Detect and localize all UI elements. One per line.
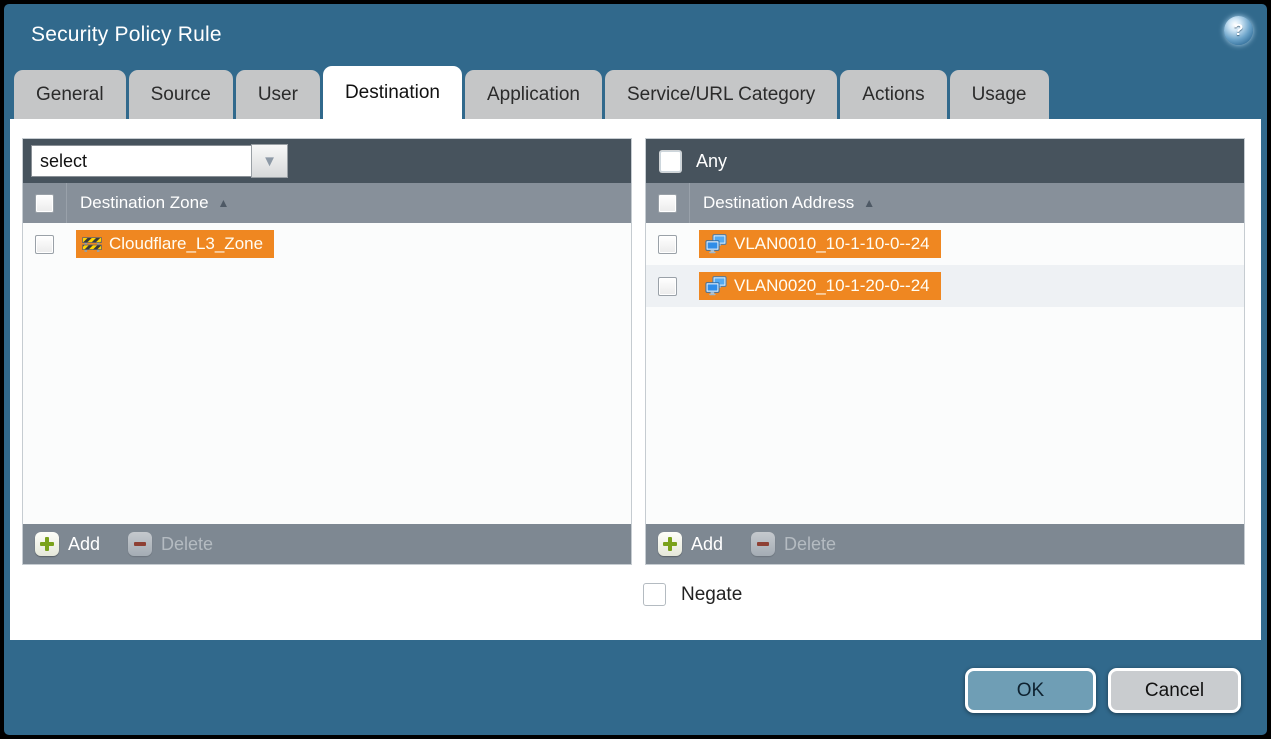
zone-select-input[interactable]: [31, 145, 251, 177]
column-divider: [66, 183, 67, 223]
tab-user[interactable]: User: [236, 70, 320, 119]
negate-label: Negate: [681, 584, 742, 606]
address-entry-label: VLAN0020_10-1-20-0--24: [734, 276, 930, 296]
address-panel-footer: Add Delete: [646, 524, 1244, 564]
zone-entry[interactable]: Cloudflare_L3_Zone: [76, 230, 274, 258]
zone-list: Cloudflare_L3_Zone: [23, 223, 631, 524]
sort-ascending-icon[interactable]: ▲: [863, 196, 875, 210]
zone-select-all-checkbox[interactable]: [35, 194, 54, 213]
tab-bar: General Source User Destination Applicat…: [14, 66, 1049, 119]
any-checkbox[interactable]: [660, 151, 681, 172]
zone-row-checkbox[interactable]: [35, 235, 54, 254]
address-entry[interactable]: VLAN0010_10-1-10-0--24: [699, 230, 941, 258]
zone-delete-button[interactable]: Delete: [128, 532, 213, 556]
delete-minus-icon: [128, 532, 152, 556]
security-policy-rule-dialog: Security Policy Rule ? General Source Us…: [4, 4, 1267, 735]
delete-minus-icon: [751, 532, 775, 556]
tab-actions[interactable]: Actions: [840, 70, 946, 119]
zone-select-dropdown-button[interactable]: ▼: [251, 144, 288, 178]
zone-add-label: Add: [68, 534, 100, 555]
address-row-checkbox[interactable]: [658, 277, 677, 296]
zone-row: Cloudflare_L3_Zone: [23, 223, 631, 265]
ok-button[interactable]: OK: [965, 668, 1096, 713]
add-plus-icon: [35, 532, 59, 556]
zone-select-combo: ▼: [31, 144, 288, 178]
zone-entry-label: Cloudflare_L3_Zone: [109, 234, 263, 254]
tab-destination[interactable]: Destination: [323, 66, 462, 119]
any-label: Any: [696, 151, 727, 172]
tab-general[interactable]: General: [14, 70, 126, 119]
zone-column-header: Destination Zone ▲: [23, 183, 631, 223]
dialog-title: Security Policy Rule: [31, 23, 222, 47]
address-entry-label: VLAN0010_10-1-10-0--24: [734, 234, 930, 254]
cancel-button[interactable]: Cancel: [1108, 668, 1241, 713]
chevron-down-icon: ▼: [262, 154, 277, 169]
zone-panel-footer: Add Delete: [23, 524, 631, 564]
address-list: VLAN0010_10-1-10-0--24: [646, 223, 1244, 524]
address-delete-button[interactable]: Delete: [751, 532, 836, 556]
column-divider: [689, 183, 690, 223]
zone-column-title: Destination Zone: [80, 193, 209, 213]
help-icon[interactable]: ?: [1224, 16, 1253, 45]
address-delete-label: Delete: [784, 534, 836, 555]
address-add-label: Add: [691, 534, 723, 555]
address-column-title: Destination Address: [703, 193, 854, 213]
tab-usage[interactable]: Usage: [950, 70, 1049, 119]
address-row-checkbox[interactable]: [658, 235, 677, 254]
add-plus-icon: [658, 532, 682, 556]
zone-panel-toolbar: ▼: [23, 139, 631, 183]
destination-address-panel: Any Destination Address ▲: [645, 138, 1245, 565]
zone-icon: [82, 235, 102, 253]
sort-ascending-icon[interactable]: ▲: [218, 196, 230, 210]
zone-add-button[interactable]: Add: [35, 532, 100, 556]
address-row: VLAN0020_10-1-20-0--24: [646, 265, 1244, 307]
tab-source[interactable]: Source: [129, 70, 233, 119]
address-row: VLAN0010_10-1-10-0--24: [646, 223, 1244, 265]
tab-application[interactable]: Application: [465, 70, 602, 119]
address-select-all-checkbox[interactable]: [658, 194, 677, 213]
destination-tab-content: ▼ Destination Zone ▲: [10, 119, 1261, 640]
address-icon: [705, 276, 727, 296]
address-icon: [705, 234, 727, 254]
negate-option: Negate: [643, 583, 742, 606]
address-add-button[interactable]: Add: [658, 532, 723, 556]
address-panel-toolbar: Any: [646, 139, 1244, 183]
zone-delete-label: Delete: [161, 534, 213, 555]
negate-checkbox[interactable]: [643, 583, 666, 606]
address-entry[interactable]: VLAN0020_10-1-20-0--24: [699, 272, 941, 300]
tab-service-url-category[interactable]: Service/URL Category: [605, 70, 837, 119]
destination-zone-panel: ▼ Destination Zone ▲: [22, 138, 632, 565]
address-column-header: Destination Address ▲: [646, 183, 1244, 223]
